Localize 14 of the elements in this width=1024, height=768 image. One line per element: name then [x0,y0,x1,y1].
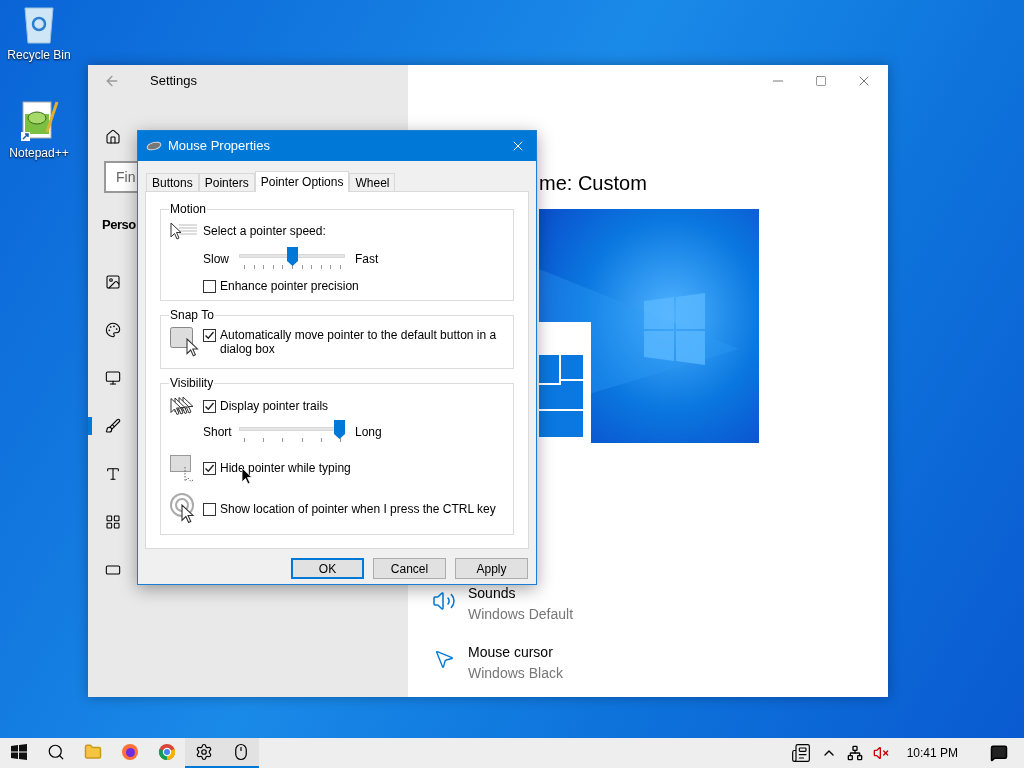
setting-value: Windows Default [468,605,574,624]
dialog-title: Mouse Properties [168,137,270,156]
slider-max-label: Long [355,424,382,441]
group-title: Motion [169,202,208,216]
slider-max-label: Fast [355,251,379,268]
slider-min-label: Slow [203,251,230,268]
slider-min-label: Short [203,424,233,441]
group-title: Visibility [169,376,215,390]
page-heading: me: Custom [539,171,647,195]
window-title: Settings [150,72,197,91]
setting-value: Windows Black [468,664,563,683]
prompt-text: Select a pointer speed: [203,224,326,238]
section-heading: Perso [102,216,136,234]
group-title: Snap To [169,308,215,322]
